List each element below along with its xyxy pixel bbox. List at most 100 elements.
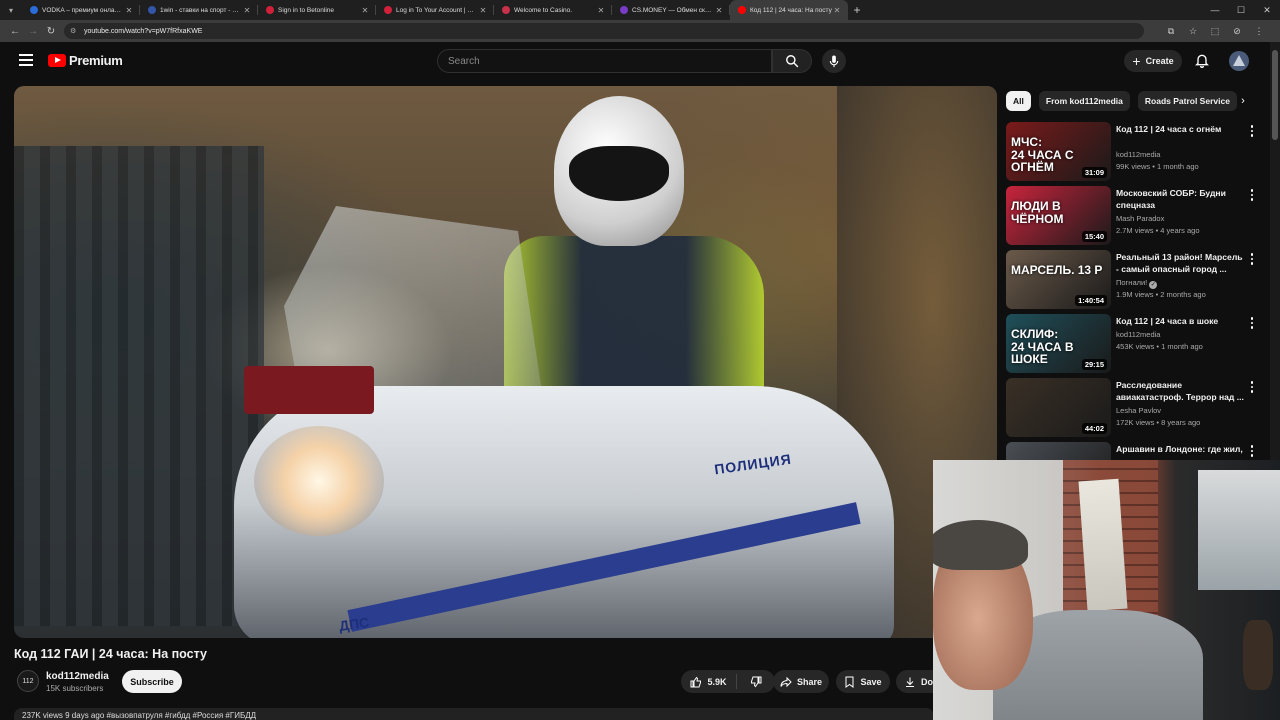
- more-options-icon[interactable]: [1248, 124, 1256, 138]
- duration-badge: 44:02: [1081, 423, 1107, 434]
- recommended-channel[interactable]: kod112media: [1116, 150, 1160, 159]
- reload-button[interactable]: ↻: [42, 20, 60, 42]
- search-icon: [786, 55, 799, 68]
- recommended-channel[interactable]: Погнали! ✓: [1116, 278, 1158, 289]
- open-in-app-icon[interactable]: ⧉: [1160, 26, 1182, 37]
- recommended-video-title[interactable]: Московский СОБР: Будни спецназа: [1116, 187, 1244, 211]
- youtube-logo[interactable]: Premium: [48, 53, 123, 68]
- recommended-video[interactable]: МАРСЕЛЬ. 13 Р 1:40:54 Реальный 13 район! М…: [1006, 250, 1264, 310]
- tab-title: Sign in to Betonline: [278, 6, 335, 14]
- maximize-button[interactable]: ☐: [1228, 0, 1254, 20]
- minimize-button[interactable]: —: [1202, 0, 1228, 20]
- tab-list: VODKA – премиум онлайн-казино✕1win - ста…: [22, 0, 848, 20]
- create-button[interactable]: + Create: [1124, 50, 1182, 72]
- tab-close-icon[interactable]: ✕: [596, 6, 606, 15]
- profile-icon[interactable]: ⊘: [1226, 26, 1248, 37]
- filter-chip[interactable]: All: [1006, 91, 1031, 111]
- thumbnail-text: ЛЮДИ В ЧЁРНОМ: [1011, 199, 1064, 226]
- extensions-icon[interactable]: ⬚: [1204, 26, 1226, 37]
- url-text: youtube.com/watch?v=pW7fRfxaKWE: [84, 27, 203, 35]
- video-player[interactable]: ПОЛИЦИЯ ДПС: [14, 86, 997, 638]
- more-options-icon[interactable]: [1248, 316, 1256, 330]
- more-options-icon[interactable]: [1248, 252, 1256, 266]
- video-thumbnail[interactable]: СКЛИФ: 24 ЧАСА В ШОКЕ 29:15: [1006, 314, 1111, 373]
- channel-avatar[interactable]: 112: [17, 670, 39, 692]
- new-tab-button[interactable]: +: [848, 3, 866, 17]
- video-title: Код 112 ГАИ | 24 часа: На посту: [14, 647, 207, 661]
- recommended-video[interactable]: 44:02 Расследование авиакатастроф. Террор…: [1006, 378, 1264, 438]
- filter-chip[interactable]: From kod112media: [1038, 91, 1130, 111]
- video-frame-red-light: [244, 366, 374, 414]
- browser-tab[interactable]: Код 112 | 24 часа: На посту ✕: [730, 0, 848, 20]
- video-thumbnail[interactable]: ЛЮДИ В ЧЁРНОМ 15:40: [1006, 186, 1111, 245]
- video-thumbnail[interactable]: МЧС: 24 ЧАСА С ОГНЁМ 31:09: [1006, 122, 1111, 181]
- close-window-button[interactable]: ✕: [1254, 0, 1280, 20]
- recommended-video[interactable]: ЛЮДИ В ЧЁРНОМ 15:40 Московский СОБР: Будни…: [1006, 186, 1264, 246]
- description-box[interactable]: 237K views 9 days ago #вызовпатруля #гиб…: [14, 708, 934, 720]
- video-thumbnail[interactable]: МАРСЕЛЬ. 13 Р 1:40:54: [1006, 250, 1111, 309]
- like-dislike-group: 5.9K: [681, 670, 775, 693]
- more-options-icon[interactable]: [1248, 380, 1256, 394]
- browser-tab[interactable]: 1win - ставки на спорт - 57648 ✕: [140, 0, 258, 20]
- recommended-video-title[interactable]: Аршавин в Лондоне: где жил,: [1116, 443, 1244, 455]
- recommended-video[interactable]: МЧС: 24 ЧАСА С ОГНЁМ 31:09 Код 112 | 24 ча…: [1006, 122, 1264, 182]
- browser-tab[interactable]: Log in To Your Account | BetOnline✕: [376, 0, 494, 20]
- dislike-button[interactable]: [737, 676, 775, 688]
- notifications-button[interactable]: [1194, 52, 1212, 70]
- recommended-channel[interactable]: Mash Paradox: [1116, 214, 1164, 223]
- back-button[interactable]: ←: [6, 20, 24, 42]
- browser-tab[interactable]: Welcome to Casino. ✕: [494, 0, 612, 20]
- voice-search-button[interactable]: [822, 49, 846, 73]
- share-button[interactable]: Share: [773, 670, 829, 693]
- scrollbar-thumb[interactable]: [1272, 50, 1278, 140]
- tab-close-icon[interactable]: ✕: [714, 6, 724, 15]
- recommended-channel[interactable]: kod112media: [1116, 330, 1160, 339]
- browser-tab-strip: ▾ VODKA – премиум онлайн-казино✕1win - с…: [0, 0, 1280, 20]
- more-options-icon[interactable]: [1248, 188, 1256, 202]
- tab-close-icon[interactable]: ✕: [832, 6, 842, 15]
- logo-text: Premium: [69, 53, 123, 68]
- download-icon: [906, 677, 914, 687]
- recommended-video-title[interactable]: Код 112 | 24 часа в шоке: [1116, 315, 1244, 327]
- recommended-video-title[interactable]: Код 112 | 24 часа с огнём: [1116, 123, 1244, 135]
- tab-close-icon[interactable]: ✕: [360, 6, 370, 15]
- save-label: Save: [860, 676, 882, 687]
- recommended-video-title[interactable]: Реальный 13 район! Марсель - самый опасн…: [1116, 251, 1244, 275]
- plus-icon: +: [1132, 53, 1141, 69]
- filter-chip[interactable]: Roads Patrol Service: [1137, 91, 1237, 111]
- browser-tab[interactable]: Sign in to Betonline ✕: [258, 0, 376, 20]
- tab-favicon-icon: [620, 6, 628, 14]
- search-button[interactable]: [772, 49, 812, 73]
- channel-name[interactable]: kod112media: [46, 671, 109, 682]
- recommended-meta: 1.9M views • 2 months ago: [1116, 290, 1206, 299]
- bookmark-star-icon[interactable]: ☆: [1182, 26, 1204, 37]
- search-input[interactable]: Search: [437, 49, 772, 73]
- account-avatar[interactable]: [1229, 51, 1249, 71]
- tab-favicon-icon: [266, 6, 274, 14]
- tab-close-icon[interactable]: ✕: [124, 6, 134, 15]
- browser-toolbar: ← → ↻ ⚙ youtube.com/watch?v=pW7fRfxaKWE …: [0, 20, 1280, 42]
- address-bar[interactable]: ⚙ youtube.com/watch?v=pW7fRfxaKWE: [64, 23, 1144, 39]
- browser-menu-icon[interactable]: ⋮: [1248, 26, 1270, 37]
- tab-search-button[interactable]: ▾: [0, 0, 22, 20]
- site-info-icon[interactable]: ⚙: [70, 27, 79, 36]
- save-button[interactable]: Save: [836, 670, 890, 693]
- browser-tab[interactable]: CS.MONEY — Обмен скинов CS2✕: [612, 0, 730, 20]
- recommended-video[interactable]: СКЛИФ: 24 ЧАСА В ШОКЕ 29:15 Код 112 | 24 ч…: [1006, 314, 1264, 374]
- video-thumbnail[interactable]: 44:02: [1006, 378, 1111, 437]
- chevron-right-icon[interactable]: ›: [1234, 92, 1252, 110]
- browser-tab[interactable]: VODKA – премиум онлайн-казино✕: [22, 0, 140, 20]
- like-button[interactable]: 5.9K: [681, 674, 737, 689]
- tab-favicon-icon: [738, 6, 746, 14]
- like-count: 5.9K: [707, 676, 727, 687]
- more-options-icon[interactable]: [1248, 444, 1256, 458]
- recommended-meta: 2.7M views • 4 years ago: [1116, 226, 1200, 235]
- thumbnail-text: МАРСЕЛЬ. 13 Р: [1011, 263, 1103, 277]
- menu-icon[interactable]: [19, 54, 33, 66]
- recommended-video-title[interactable]: Расследование авиакатастроф. Террор над …: [1116, 379, 1244, 403]
- tab-close-icon[interactable]: ✕: [478, 6, 488, 15]
- recommended-channel[interactable]: Lesha Pavlov: [1116, 406, 1161, 415]
- forward-button[interactable]: →: [24, 20, 42, 42]
- tab-close-icon[interactable]: ✕: [242, 6, 252, 15]
- subscribe-button[interactable]: Subscribe: [122, 670, 182, 693]
